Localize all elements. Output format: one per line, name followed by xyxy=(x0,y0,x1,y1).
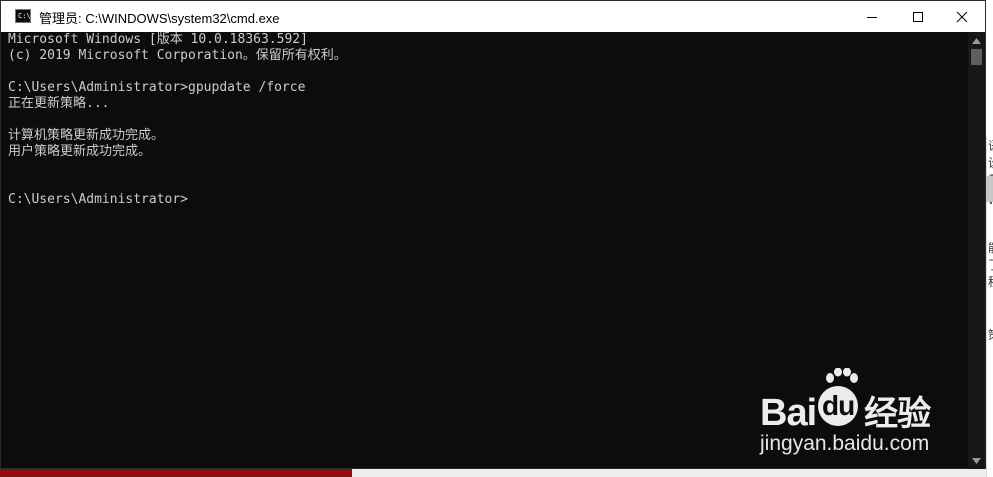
window-title: 管理员: C:\WINDOWS\system32\cmd.exe xyxy=(39,11,280,26)
bg-text-fragment: 策 xyxy=(988,329,993,341)
watermark-brand: Bai du 经验 xyxy=(760,386,931,435)
close-button[interactable] xyxy=(939,1,985,32)
baidu-jingyan-watermark: Bai du 经验 jingyan.baidu.com xyxy=(760,368,960,462)
chevron-down-icon xyxy=(972,457,981,464)
bg-text-fragment: 设 xyxy=(988,157,993,169)
bg-text-fragment: 程 xyxy=(988,276,993,288)
watermark-url: jingyan.baidu.com xyxy=(760,432,930,455)
cmd-icon-label: C:\ xyxy=(18,12,31,20)
watermark-brand-text: Bai xyxy=(760,392,817,434)
bg-text-fragment: 能 xyxy=(988,242,993,254)
chevron-up-icon xyxy=(972,37,981,44)
minimize-button[interactable] xyxy=(849,1,895,32)
maximize-button[interactable] xyxy=(895,1,941,32)
watermark-jingyan-text: 经验 xyxy=(864,395,931,433)
vertical-scrollbar[interactable] xyxy=(968,32,985,469)
console-line: C:\Users\Administrator>gpupdate /force xyxy=(8,80,306,95)
console-line: 用户策略更新成功完成。 xyxy=(8,144,152,159)
maximize-icon xyxy=(913,11,923,22)
scroll-down-button[interactable] xyxy=(968,452,985,469)
console-prompt-line: C:\Users\Administrator> xyxy=(8,192,189,207)
minimize-icon xyxy=(867,16,877,18)
scrollbar-thumb[interactable] xyxy=(971,49,982,65)
console-line: 正在更新策略... xyxy=(8,96,110,111)
watermark-du-badge: du xyxy=(818,386,859,426)
console-line: 计算机策略更新成功完成。 xyxy=(8,128,165,143)
cmd-app-icon[interactable]: C:\ xyxy=(15,9,31,23)
console-line: (c) 2019 Microsoft Corporation。保留所有权利。 xyxy=(8,48,347,63)
background-scrollbar-thumb xyxy=(986,176,993,202)
bg-text-fragment: 语 xyxy=(988,140,993,152)
scroll-up-button[interactable] xyxy=(968,32,985,49)
title-bar[interactable]: C:\ 管理员: C:\WINDOWS\system32\cmd.exe xyxy=(1,1,985,32)
console-line: Microsoft Windows [版本 10.0.18363.592] xyxy=(8,32,308,47)
close-icon xyxy=(956,11,968,22)
bg-text-fragment: 了 xyxy=(988,259,993,271)
